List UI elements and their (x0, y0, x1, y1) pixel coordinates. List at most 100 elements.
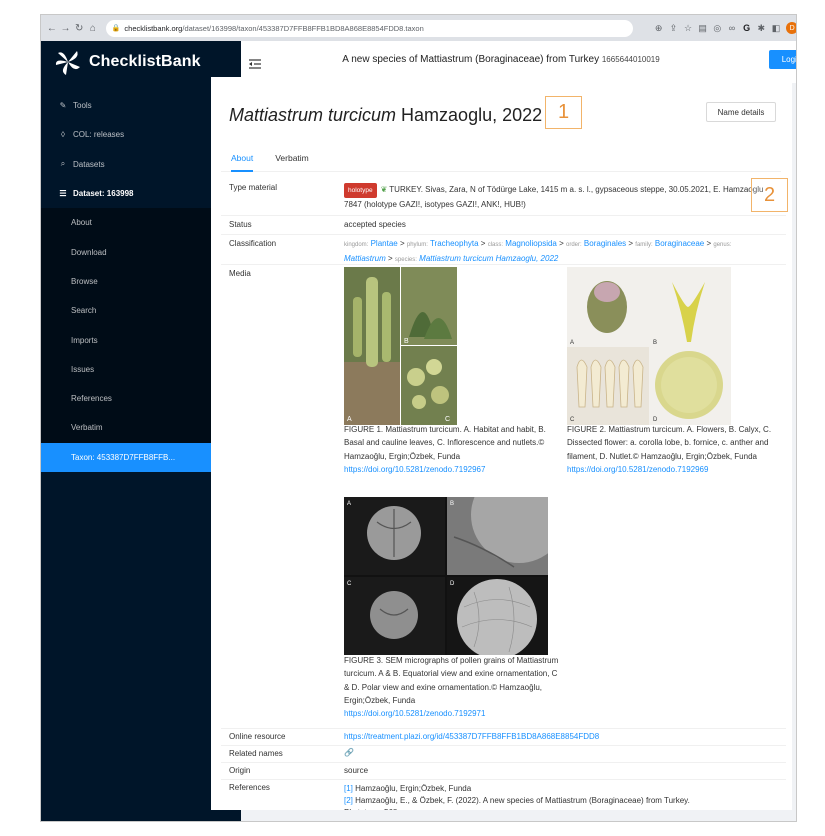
references-label: References (229, 783, 270, 792)
taxon-title: Mattiastrum turcicum Hamzaoglu, 2022 (229, 105, 542, 126)
extension-g-icon[interactable]: G (739, 23, 754, 33)
forward-icon[interactable]: → (59, 23, 73, 34)
rank-label: order: (566, 242, 582, 248)
sidebar-item-label: Download (71, 247, 107, 257)
address-bar[interactable]: 🔒 checklistbank.org/dataset/163998/taxon… (105, 19, 634, 37)
classification-link-family[interactable]: Boraginaceae (655, 239, 704, 248)
taxon-name: Mattiastrum turcicum (229, 105, 397, 125)
taxon-authorship: Hamzaoglu, 2022 (401, 105, 543, 125)
type-material-text: TURKEY. Sivas, Zara, N of Tödürge Lake, … (344, 185, 764, 209)
tag-icon: ◊ (61, 130, 65, 140)
figure-3-image[interactable]: A B C D (344, 497, 548, 655)
reference-text: Hamzaoğlu, Ergin;Özbek, Funda (355, 784, 472, 793)
figure-1-caption: FIGURE 1. Mattiastrum turcicum. A. Habit… (344, 423, 562, 476)
figure-3-caption: FIGURE 3. SEM micrographs of pollen grai… (344, 654, 564, 720)
reference-number[interactable]: [2] (344, 796, 353, 805)
star-icon[interactable]: ☆ (681, 23, 696, 34)
online-resource-label: Online resource (229, 732, 286, 741)
status-label: Status (229, 220, 252, 229)
sidebar-item-label: Issues (71, 364, 95, 374)
home-icon[interactable]: ⌂ (86, 23, 100, 34)
sidebar-item-label: Dataset: 163998 (73, 189, 134, 199)
svg-text:A: A (570, 340, 574, 346)
extension-doc-icon[interactable]: ▤ (695, 23, 710, 34)
checklistbank-logo-icon (55, 51, 80, 75)
puzzle-icon[interactable]: ✱ (754, 23, 769, 34)
classification-link-order[interactable]: Boraginales (584, 239, 626, 248)
reference-text: Hamzaoğlu, E., & Özbek, F. (2022). A new… (344, 796, 690, 810)
sidebar-item-label: Browse (71, 276, 98, 286)
type-material-label: Type material (229, 183, 278, 192)
row-divider (221, 728, 786, 729)
row-divider (221, 215, 786, 216)
figure-3-doi-link[interactable]: https://doi.org/10.5281/zenodo.7192971 (344, 709, 485, 718)
sidebar-item-label: References (71, 394, 112, 404)
dataset-title: A new species of Mattiastrum (Boraginace… (342, 54, 600, 65)
taxon-card: Mattiastrum turcicum Hamzaoglu, 2022 Nam… (211, 77, 792, 810)
svg-text:B: B (450, 501, 454, 507)
list-icon: ☰ (59, 189, 67, 199)
url-path: /dataset/163998/taxon/453387D7FFB8FFB1BD… (182, 23, 424, 33)
url-host: checklistbank.org (124, 23, 183, 33)
classification-link-kingdom[interactable]: Plantae (371, 239, 398, 248)
tab-bar: About Verbatim (221, 150, 781, 172)
sidebar-item-label: Imports (71, 335, 98, 345)
login-button[interactable]: Login (769, 50, 796, 69)
annotation-callout-2: 2 (751, 178, 788, 212)
sidepanel-icon[interactable]: ◧ (769, 23, 784, 34)
reload-icon[interactable]: ↻ (72, 23, 86, 34)
figure-1-doi-link[interactable]: https://doi.org/10.5281/zenodo.7192967 (344, 465, 485, 474)
extension-circle-icon[interactable]: ◎ (710, 23, 725, 34)
svg-text:B: B (653, 340, 657, 346)
sidebar-item-label: Datasets (73, 159, 105, 169)
origin-label: Origin (229, 766, 251, 775)
sidebar-item-label: Verbatim (71, 423, 103, 433)
figure-1-image[interactable]: A B C (344, 267, 457, 425)
sidebar-item-label: About (71, 218, 92, 228)
rank-label: kingdom: (344, 242, 369, 248)
figure-2-caption-text: FIGURE 2. Mattiastrum turcicum. A. Flowe… (567, 425, 772, 461)
svg-text:B: B (404, 338, 409, 345)
sidebar-item-label: Taxon: 453387D7FFB8FFB... (71, 452, 176, 462)
figure-1-caption-text: FIGURE 1. Mattiastrum turcicum. A. Habit… (344, 425, 546, 461)
references-list: [1] Hamzaoğlu, Ergin;Özbek, Funda [2] Ha… (344, 783, 694, 810)
extension-infinity-icon[interactable]: ∞ (725, 23, 740, 33)
reference-number[interactable]: [1] (344, 784, 353, 793)
classification-link-genus[interactable]: Mattiastrum (344, 254, 386, 263)
classification-link-phylum[interactable]: Tracheophyta (430, 239, 479, 248)
status-value: accepted species (344, 220, 406, 229)
annotation-callout-1: 1 (545, 96, 582, 129)
link-icon[interactable]: 🔗 (344, 748, 354, 757)
page-heading: A new species of Mattiastrum (Boraginace… (281, 54, 721, 65)
lock-icon: 🔒 (111, 25, 121, 32)
profile-avatar[interactable]: D (786, 22, 796, 34)
type-material-value: holotype ❦ TURKEY. Sivas, Zara, N of Tödür… (344, 183, 764, 211)
rank-label: family: (635, 242, 653, 248)
media-label: Media (229, 269, 251, 278)
browser-window: ← → ↻ ⌂ 🔒 checklistbank.org/dataset/1639… (40, 14, 797, 822)
search-icon: ⌕ (60, 159, 66, 169)
wrench-icon: ✎ (59, 101, 67, 111)
back-icon[interactable]: ← (45, 23, 59, 34)
leaf-icon: ❦ (380, 185, 388, 194)
share-icon[interactable]: ⇪ (666, 23, 681, 34)
row-divider (221, 264, 786, 265)
classification-label: Classification (229, 239, 277, 248)
reference-item: [1] Hamzaoğlu, Ergin;Özbek, Funda (344, 783, 694, 795)
app-name: ChecklistBank (89, 53, 201, 70)
classification-link-species[interactable]: Mattiastrum turcicum Hamzaoglu, 2022 (419, 254, 558, 263)
online-resource-link[interactable]: https://treatment.plazi.org/id/453387D7F… (344, 732, 599, 741)
classification-link-class[interactable]: Magnoliopsida (505, 239, 557, 248)
tab-verbatim[interactable]: Verbatim (275, 150, 309, 172)
name-details-button[interactable]: Name details (706, 102, 776, 122)
figure-2-doi-link[interactable]: https://doi.org/10.5281/zenodo.7192969 (567, 465, 708, 474)
zoom-icon[interactable]: ⊕ (651, 23, 666, 34)
dataset-id: 1665644010019 (601, 55, 660, 64)
menu-fold-icon[interactable] (249, 59, 261, 69)
tab-about[interactable]: About (231, 150, 254, 172)
figure-2-image[interactable]: A B C D (567, 267, 731, 425)
rank-label: species: (394, 257, 417, 263)
reference-item: [2] Hamzaoğlu, E., & Özbek, F. (2022). A… (344, 795, 694, 810)
svg-text:A: A (347, 416, 352, 423)
related-names-label: Related names (229, 749, 283, 758)
